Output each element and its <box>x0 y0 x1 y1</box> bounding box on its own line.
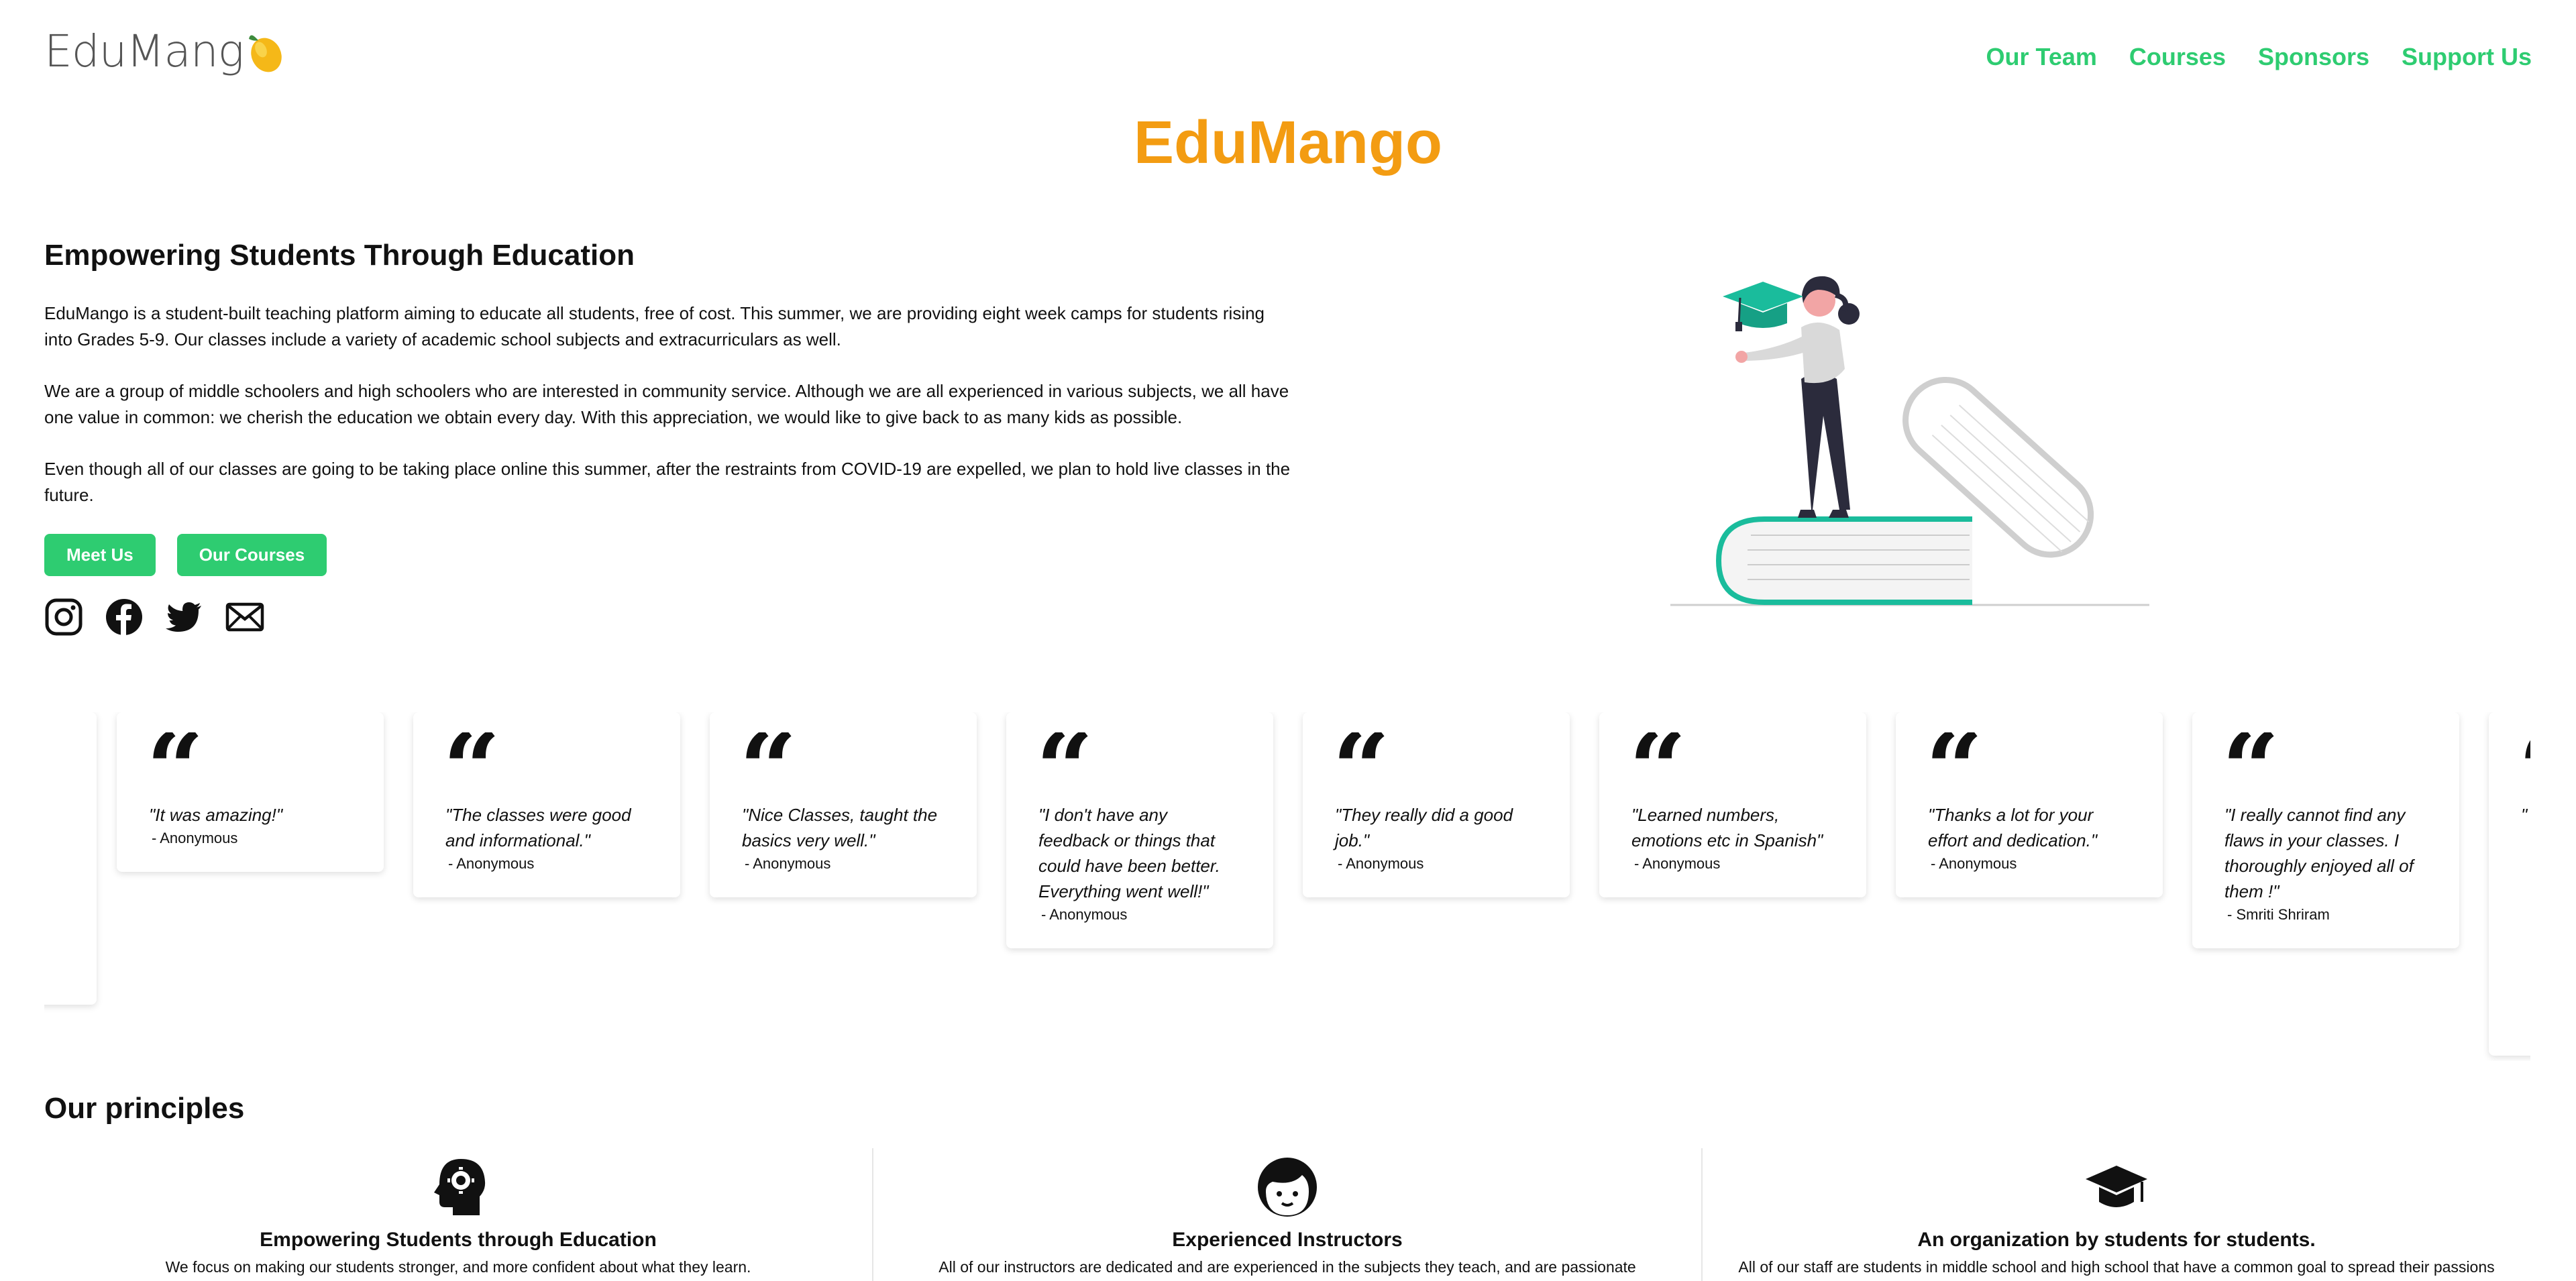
principle-text: All of our instructors are dedicated and… <box>938 1258 1636 1276</box>
testimonial-author: - Anonymous <box>1634 855 1721 872</box>
testimonial-author: - Anonymous <box>1041 906 1128 923</box>
student-on-books-illustration <box>1670 276 2149 606</box>
mail-icon[interactable] <box>225 598 264 636</box>
quote-mark-icon: “ <box>1332 732 1538 786</box>
principle-title: Experienced Instructors <box>1172 1229 1403 1251</box>
main-nav: Our Team Courses Sponsors Support Us <box>1986 43 2532 71</box>
hero-buttons: Meet Us Our Courses <box>44 534 1292 576</box>
instructor-face-icon <box>1258 1158 1317 1217</box>
quote-mark-icon: “ <box>2518 732 2530 786</box>
testimonial-quote: "It was amazing!" <box>149 805 283 825</box>
nav-courses[interactable]: Courses <box>2129 43 2226 71</box>
head-gear-icon <box>434 1159 486 1215</box>
hero-section: Empowering Students Through Education Ed… <box>44 239 1292 636</box>
mango-icon <box>249 34 282 72</box>
hero-paragraph-1: EduMango is a student-built teaching pla… <box>44 303 1265 349</box>
principle-column: Empowering Students through Education We… <box>44 1148 873 1281</box>
hero-heading: Empowering Students Through Education <box>44 239 635 272</box>
logo[interactable]: EduMang <box>44 25 285 77</box>
logo-text: EduMang <box>44 25 244 77</box>
testimonial-quote: "I don't have any feedback or things tha… <box>1038 805 1220 901</box>
testimonial-card: “ "Nice Classes, taught the basics very … <box>710 712 977 897</box>
quote-mark-icon: “ <box>443 732 648 786</box>
meet-us-button[interactable]: Meet Us <box>44 534 156 576</box>
testimonial-author: - Anonymous <box>745 855 831 872</box>
quote-mark-icon: “ <box>739 732 945 786</box>
principle-column: Experienced Instructors All of our instr… <box>873 1148 1703 1281</box>
nav-sponsors[interactable]: Sponsors <box>2258 43 2369 71</box>
testimonial-card: “ "They really did a good job." - Anonym… <box>1303 712 1570 897</box>
testimonial-card: “ "I really cannot find any flaws in you… <box>2192 712 2459 948</box>
our-courses-button[interactable]: Our Courses <box>176 534 327 576</box>
testimonial-quote: "Learned numbers, emotions etc in Spanis… <box>1631 805 1823 850</box>
principle-column: An organization by students for students… <box>1703 1148 2530 1281</box>
testimonial-quote: "Thanks a lot for your effort and dedica… <box>1928 805 2098 850</box>
hero-paragraph-2: We are a group of middle schoolers and h… <box>44 381 1289 427</box>
testimonial-card: “ "The classes were good and information… <box>413 712 680 897</box>
testimonial-card: “ "It was amazing!" - Anonymous <box>117 712 384 872</box>
testimonial-card: “ "Learned numbers, emotions etc in Span… <box>1599 712 1866 897</box>
testimonial-quote: "I really cannot find any flaws in your … <box>2224 805 2414 901</box>
instagram-icon[interactable] <box>44 598 83 636</box>
testimonial-quote: "The classes were good and informational… <box>445 805 631 850</box>
facebook-icon[interactable] <box>105 598 144 636</box>
testimonial-quote: "They really did a good job." <box>1335 805 1513 850</box>
graduation-cap-icon <box>2086 1166 2147 1207</box>
testimonial-author: - Anonymous <box>448 855 535 872</box>
quote-mark-icon: “ <box>2222 732 2427 786</box>
testimonial-author: - Smriti Shriram <box>2227 906 2330 923</box>
principle-text: We focus on making our students stronger… <box>165 1258 751 1276</box>
brand-title: EduMango <box>1134 109 1442 176</box>
testimonial-author: - Anonymous <box>152 830 238 846</box>
testimonial-card: “ "I don't have any feedback or things t… <box>1006 712 1273 948</box>
nav-our-team[interactable]: Our Team <box>1986 43 2097 71</box>
testimonial-quote: " <box>2521 805 2528 825</box>
testimonial-card-partial-left <box>44 712 97 1005</box>
testimonial-card-partial-right: “ " <box>2489 712 2530 1056</box>
quote-mark-icon: “ <box>1925 732 2131 786</box>
quote-mark-icon: “ <box>1629 732 1834 786</box>
testimonial-author: - Anonymous <box>1931 855 2017 872</box>
quote-mark-icon: “ <box>146 732 352 786</box>
testimonial-card: “ "Thanks a lot for your effort and dedi… <box>1896 712 2163 897</box>
testimonials-carousel[interactable]: “ "It was amazing!" - Anonymous “ "The c… <box>44 712 2530 1061</box>
testimonial-author: - Anonymous <box>1338 855 1424 872</box>
hero-paragraph-3: Even though all of our classes are going… <box>44 459 1291 505</box>
principles-title: Our principles <box>44 1092 245 1125</box>
twitter-icon[interactable] <box>165 598 204 636</box>
nav-support-us[interactable]: Support Us <box>2402 43 2532 71</box>
principle-title: Empowering Students through Education <box>260 1229 657 1251</box>
quote-mark-icon: “ <box>1036 732 1241 786</box>
social-links <box>44 598 1292 636</box>
principle-title: An organization by students for students… <box>1917 1229 2316 1251</box>
testimonial-quote: "Nice Classes, taught the basics very we… <box>742 805 938 850</box>
principles-section: Empowering Students through Education We… <box>44 1148 2530 1281</box>
principle-text: All of our staff are students in middle … <box>1738 1258 2495 1276</box>
